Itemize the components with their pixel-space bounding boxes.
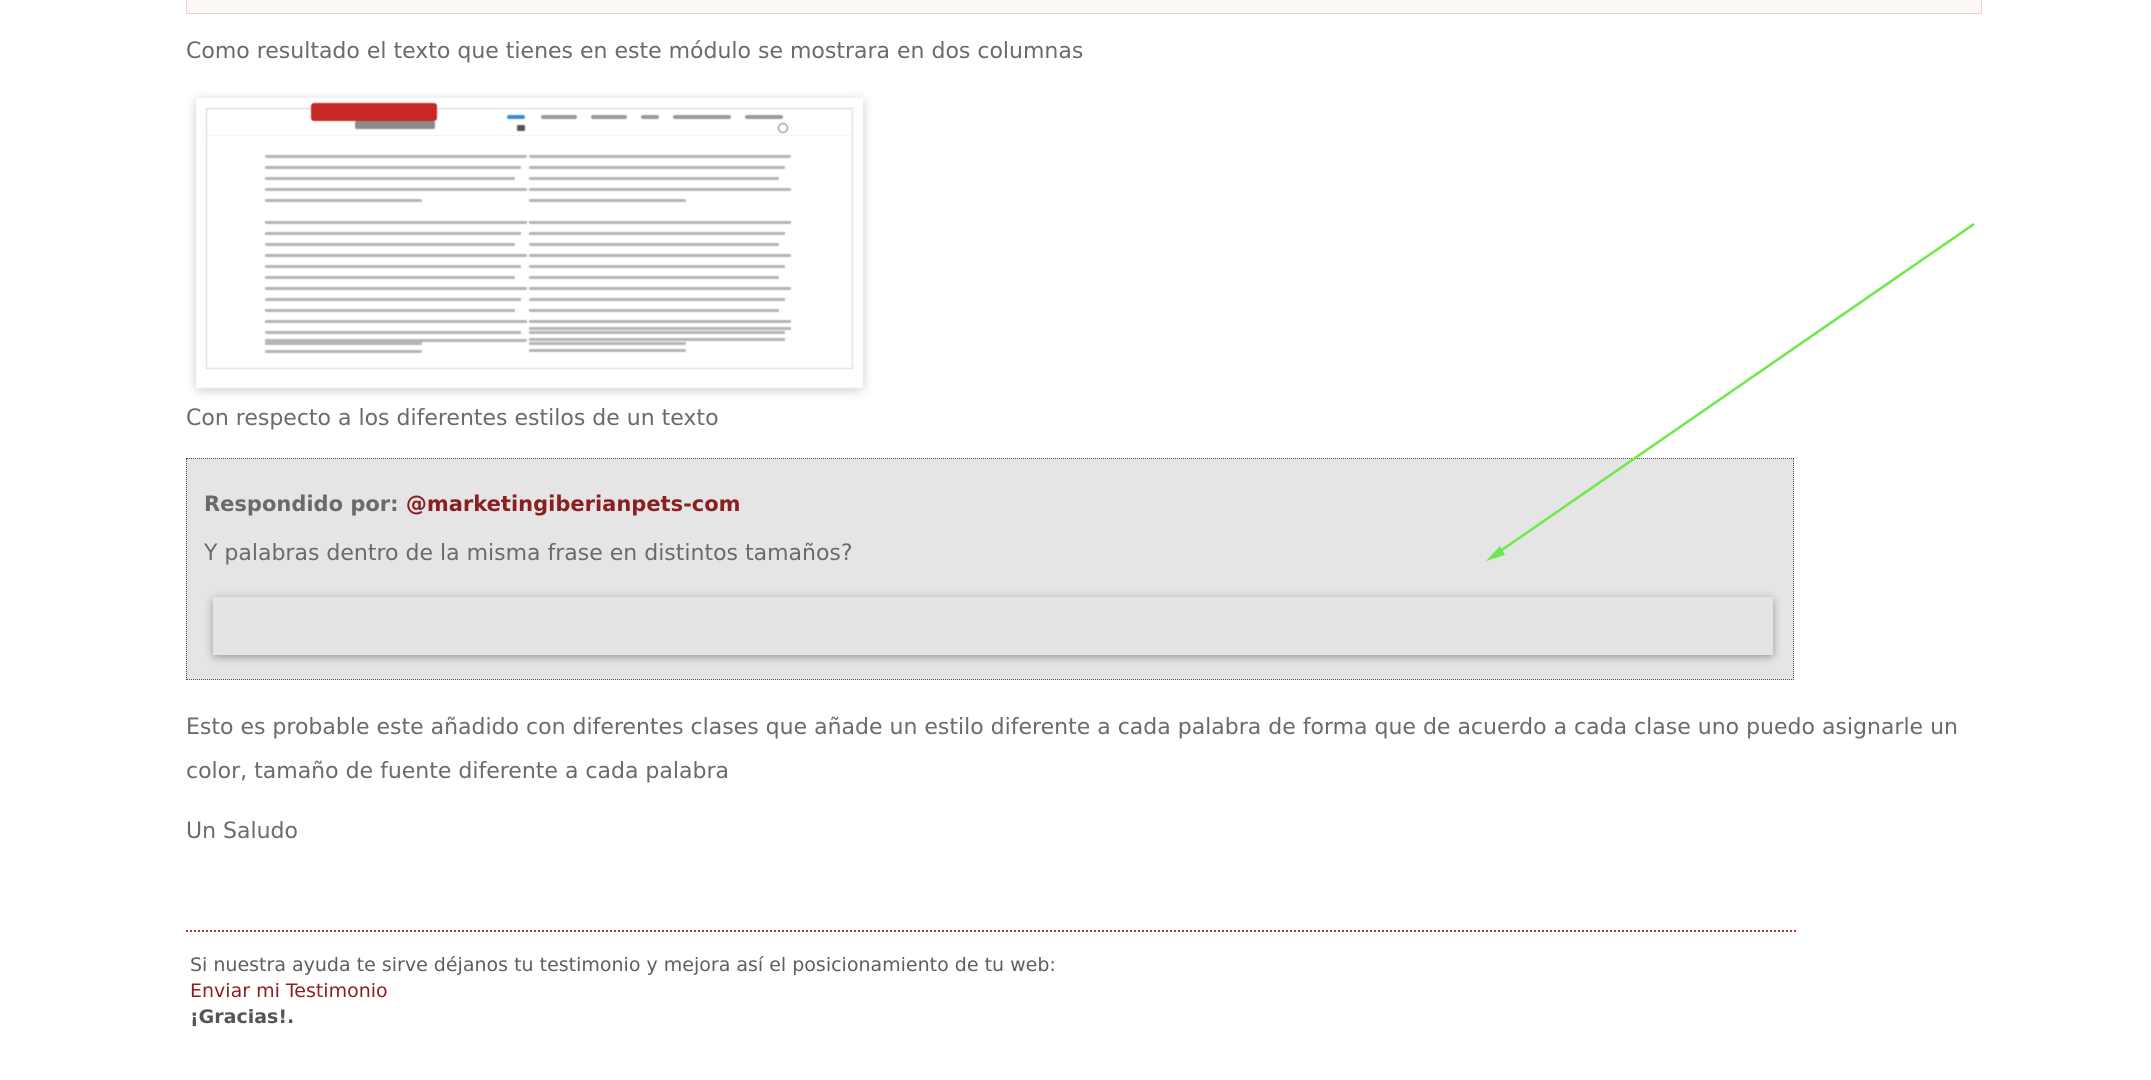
text-line-placeholder <box>529 309 779 312</box>
text-line-placeholder <box>265 199 423 202</box>
text-line-placeholder <box>529 298 785 301</box>
text-line-placeholder <box>265 243 515 246</box>
text-line-placeholder <box>529 331 785 334</box>
nav-item-placeholder <box>541 115 577 119</box>
post-paragraph-1: Como resultado el texto que tienes en es… <box>186 39 1084 64</box>
post-paragraph-3: Esto es probable este añadido con difere… <box>186 715 1958 784</box>
text-line-placeholder <box>265 188 527 191</box>
cart-icon <box>517 125 525 131</box>
text-line-placeholder <box>529 254 791 257</box>
text-line-placeholder <box>529 342 687 345</box>
text-line-placeholder <box>265 309 515 312</box>
text-line-placeholder <box>529 188 791 191</box>
text-line-placeholder <box>265 350 423 353</box>
screenshot-frame <box>206 103 853 369</box>
text-line-placeholder <box>265 298 521 301</box>
text-line-placeholder <box>529 166 785 169</box>
nav-item-placeholder <box>673 115 731 119</box>
signature: Si nuestra ayuda te sirve déjanos tu tes… <box>190 952 1056 1030</box>
post-paragraph-2: Con respecto a los diferentes estilos de… <box>186 406 719 431</box>
empty-quote-box <box>213 597 1773 655</box>
text-line-placeholder <box>265 287 527 290</box>
reply-author: Respondido por: @marketingiberianpets-co… <box>204 489 741 519</box>
logo-icon <box>311 103 437 121</box>
reply-text: Y palabras dentro de la misma frase en d… <box>204 541 853 566</box>
text-line-placeholder <box>529 232 785 235</box>
text-line-placeholder <box>529 287 791 290</box>
text-line-placeholder <box>529 276 779 279</box>
signature-divider <box>186 930 1796 932</box>
reply-by-label: Respondido por: <box>204 492 399 516</box>
post-paragraph-4: Un Saludo <box>186 819 298 844</box>
nav-item-placeholder <box>507 115 525 119</box>
screenshot-navbar <box>207 103 852 136</box>
nav-item-placeholder <box>591 115 627 119</box>
nav-item-placeholder <box>641 115 659 119</box>
text-line-placeholder <box>265 276 515 279</box>
text-line-placeholder <box>529 177 779 180</box>
screenshot-image[interactable] <box>196 98 863 388</box>
text-line-placeholder <box>529 349 687 352</box>
text-line-placeholder <box>265 331 521 334</box>
text-line-placeholder <box>529 320 791 323</box>
text-line-placeholder <box>265 155 527 158</box>
text-line-placeholder <box>265 254 527 257</box>
text-line-placeholder <box>529 221 791 224</box>
text-line-placeholder <box>265 320 527 323</box>
quoted-reply: Respondido por: @marketingiberianpets-co… <box>186 458 1794 680</box>
text-line-placeholder <box>265 265 521 268</box>
testimonial-link[interactable]: Enviar mi Testimonio <box>190 978 1056 1004</box>
text-line-placeholder <box>529 338 785 341</box>
text-line-placeholder <box>265 177 515 180</box>
text-line-placeholder <box>265 339 527 342</box>
search-icon <box>778 123 788 133</box>
text-line-placeholder <box>529 155 791 158</box>
logo-subtitle-icon <box>355 121 435 129</box>
text-line-placeholder <box>529 327 791 330</box>
text-line-placeholder <box>265 166 521 169</box>
text-line-placeholder <box>265 342 423 345</box>
text-line-placeholder <box>265 232 521 235</box>
nav-item-placeholder <box>745 115 783 119</box>
signature-text: Si nuestra ayuda te sirve déjanos tu tes… <box>190 954 1056 976</box>
page: Como resultado el texto que tienes en es… <box>0 0 2151 1080</box>
previous-quote-box <box>186 0 1982 14</box>
signature-thanks: ¡Gracias!. <box>190 1006 295 1028</box>
reply-user-link[interactable]: @marketingiberianpets-com <box>406 492 741 516</box>
text-line-placeholder <box>529 199 687 202</box>
text-line-placeholder <box>529 243 779 246</box>
text-line-placeholder <box>529 265 785 268</box>
text-line-placeholder <box>265 221 527 224</box>
